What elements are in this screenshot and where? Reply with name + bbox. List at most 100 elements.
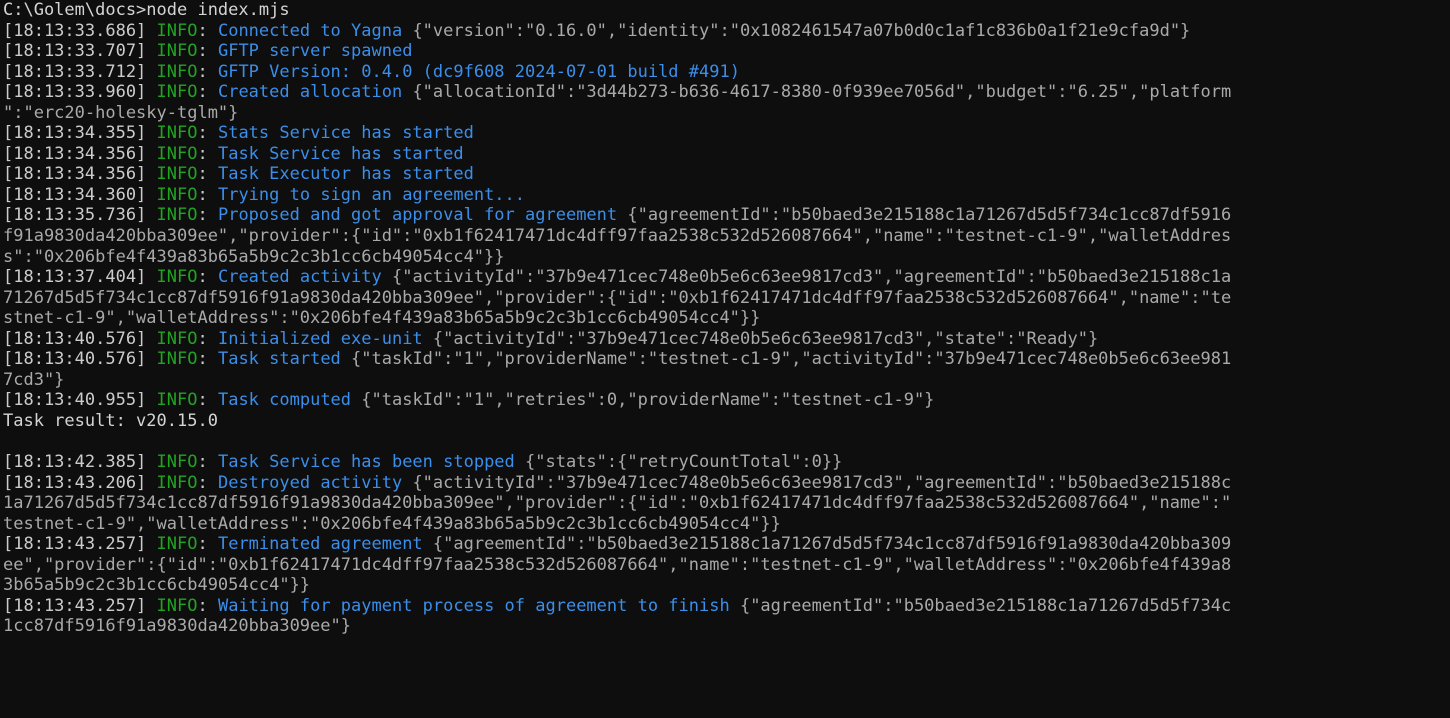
segment-time: [18:13:40.576] [3,328,157,349]
terminal-line-wrap: 3b65a5b9c2c3b1cc6cb49054cc4"}} [0,575,1450,596]
terminal-line-wrap: 71267d5d5f734c1cc87df5916f91a9830da420bb… [0,288,1450,309]
segment-json: 3b65a5b9c2c3b1cc6cb49054cc4"}} [3,575,311,596]
segment-time: [18:13:33.712] [3,61,157,82]
segment-info: INFO [156,205,198,226]
segment-default: : [197,41,218,62]
terminal-line-log: [18:13:33.960] INFO: Created allocation … [0,82,1450,103]
segment-msg: Proposed and got approval for agreement [217,205,618,226]
segment-json: ":"erc20-holesky-tglm"} [3,102,239,123]
segment-msg: Connected to Yagna [217,20,403,41]
segment-time: [18:13:33.707] [3,41,157,62]
segment-time: [18:13:34.356] [3,143,157,164]
segment-json: {"agreementId":"b50baed3e215188c1a71267d… [729,595,1232,616]
segment-default: : [197,390,218,411]
segment-json: {"agreementId":"b50baed3e215188c1a71267d… [422,534,1232,555]
segment-json: {"activityId":"37b9e471cec748e0b5e6c63ee… [381,267,1232,288]
terminal-line-prompt: C:\Golem\docs>node index.mjs [0,0,1450,21]
segment-default: : [197,349,218,370]
segment-json: {"taskId":"1","providerName":"testnet-c1… [340,349,1232,370]
terminal-line-log: [18:13:43.257] INFO: Terminated agreemen… [0,534,1450,555]
terminal-line-log: [18:13:37.404] INFO: Created activity {"… [0,267,1450,288]
segment-default: : [197,472,218,493]
terminal-line-log: [18:13:42.385] INFO: Task Service has be… [0,452,1450,473]
segment-msg: Created allocation [217,82,403,103]
segment-json: 1a71267d5d5f734c1cc87df5916f91a9830da420… [3,493,1232,514]
segment-msg: Task Service has started [217,143,464,164]
terminal-line-log: [18:13:34.355] INFO: Stats Service has s… [0,123,1450,144]
segment-default: : [197,328,218,349]
segment-time: [18:13:34.360] [3,184,157,205]
segment-time: [18:13:34.356] [3,164,157,185]
segment-info: INFO [156,143,198,164]
terminal-line-log: [18:13:33.686] INFO: Connected to Yagna … [0,21,1450,42]
segment-default: : [197,205,218,226]
segment-time: [18:13:35.736] [3,205,157,226]
terminal-line-log: [18:13:40.955] INFO: Task computed {"tas… [0,390,1450,411]
terminal-line-wrap: 7cd3"} [0,370,1450,391]
segment-info: INFO [156,534,198,555]
segment-msg: Terminated agreement [217,534,423,555]
segment-info: INFO [156,61,198,82]
segment-info: INFO [156,472,198,493]
segment-default: : [197,452,218,473]
segment-time: [18:13:40.576] [3,349,157,370]
terminal-output[interactable]: C:\Golem\docs>node index.mjs [18:13:33.68… [0,0,1450,718]
segment-info: INFO [156,390,198,411]
segment-default: : [197,82,218,103]
segment-msg: Waiting for payment process of agreement… [217,595,730,616]
segment-msg: GFTP server spawned [217,41,413,62]
segment-msg: Task Service has been stopped [217,452,515,473]
segment-info: INFO [156,41,198,62]
terminal-line-log: [18:13:43.257] INFO: Waiting for payment… [0,596,1450,617]
terminal-line-log: [18:13:40.576] INFO: Initialized exe-uni… [0,329,1450,350]
segment-info: INFO [156,184,198,205]
terminal-line-wrap: ee","provider":{"id":"0xb1f62417471dc4df… [0,555,1450,576]
terminal-line-log: [18:13:34.356] INFO: Task Executor has s… [0,164,1450,185]
segment-json: {"allocationId":"3d44b273-b636-4617-8380… [402,82,1232,103]
segment-json: f91a9830da420bba309ee","provider":{"id":… [3,226,1232,247]
segment-time: [18:13:40.955] [3,390,157,411]
segment-default: : [197,20,218,41]
segment-msg: Task computed [217,390,352,411]
terminal-line-log: [18:13:34.360] INFO: Trying to sign an a… [0,185,1450,206]
terminal-line-wrap: ":"erc20-holesky-tglm"} [0,103,1450,124]
segment-json: s":"0x206bfe4f439a83b65a5b9c2c3b1cc6cb49… [3,246,505,267]
segment-json: 7cd3"} [3,369,65,390]
segment-msg: Trying to sign an agreement... [217,184,526,205]
segment-time: [18:13:37.404] [3,267,157,288]
segment-msg: Task Executor has started [217,164,474,185]
segment-json: {"activityId":"37b9e471cec748e0b5e6c63ee… [402,472,1232,493]
segment-default: : [197,595,218,616]
terminal-line-result: Task result: v20.15.0 [0,411,1450,432]
segment-json: stnet-c1-9","walletAddress":"0x206bfe4f4… [3,308,761,329]
segment-time: [18:13:43.257] [3,595,157,616]
segment-json: {"activityId":"37b9e471cec748e0b5e6c63ee… [422,328,1099,349]
terminal-line-wrap: s":"0x206bfe4f439a83b65a5b9c2c3b1cc6cb49… [0,247,1450,268]
segment-time: [18:13:42.385] [3,452,157,473]
segment-info: INFO [156,595,198,616]
segment-json: {"stats":{"retryCountTotal":0}} [514,452,843,473]
segment-msg: Created activity [217,267,382,288]
segment-msg: Task started [217,349,341,370]
segment-json: 1cc87df5916f91a9830da420bba309ee"} [3,616,351,637]
terminal-line-log: [18:13:33.712] INFO: GFTP Version: 0.4.0… [0,62,1450,83]
segment-default: : [197,61,218,82]
segment-json: ee","provider":{"id":"0xb1f62417471dc4df… [3,554,1232,575]
terminal-line-wrap: 1a71267d5d5f734c1cc87df5916f91a9830da420… [0,493,1450,514]
segment-time: [18:13:33.686] [3,20,157,41]
segment-msg: Initialized exe-unit [217,328,423,349]
segment-info: INFO [156,452,198,473]
terminal-line-log: [18:13:34.356] INFO: Task Service has st… [0,144,1450,165]
segment-json: testnet-c1-9","walletAddress":"0x206bfe4… [3,513,781,534]
terminal-line-log: [18:13:33.707] INFO: GFTP server spawned [0,41,1450,62]
segment-default: : [197,123,218,144]
segment-default: : [197,184,218,205]
segment-result: Task result: v20.15.0 [3,410,218,431]
segment-json: {"version":"0.16.0","identity":"0x108246… [402,20,1191,41]
segment-msg: Destroyed activity [217,472,403,493]
segment-default: : [197,164,218,185]
segment-info: INFO [156,123,198,144]
segment-info: INFO [156,82,198,103]
segment-time: [18:13:43.206] [3,472,157,493]
segment-default: : [197,534,218,555]
